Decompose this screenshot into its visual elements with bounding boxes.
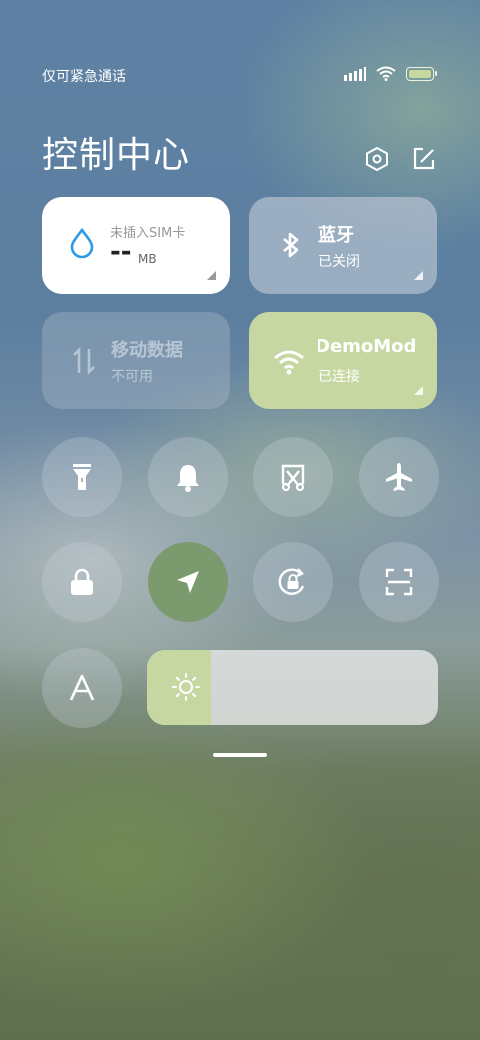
expand-corner bbox=[414, 271, 423, 280]
expand-corner bbox=[207, 271, 216, 280]
mobile-data-tile[interactable]: 移动数据 不可用 bbox=[42, 312, 230, 409]
sun-icon bbox=[172, 673, 200, 701]
ring-toggle[interactable] bbox=[148, 437, 228, 517]
data-arrows-icon bbox=[73, 346, 95, 376]
scanner-toggle[interactable] bbox=[359, 542, 439, 622]
brightness-slider[interactable] bbox=[147, 650, 438, 725]
home-indicator[interactable] bbox=[213, 753, 267, 757]
mobile-data-status: 不可用 bbox=[111, 369, 153, 385]
wifi-icon bbox=[274, 350, 304, 375]
font-size-icon bbox=[69, 674, 95, 701]
page-title: 控制中心 bbox=[42, 135, 191, 176]
mobile-data-label: 移动数据 bbox=[111, 340, 183, 361]
lock-screen-toggle[interactable] bbox=[42, 542, 122, 622]
rotation-lock-icon bbox=[278, 568, 305, 595]
wifi-icon bbox=[376, 66, 396, 81]
data-usage-tile[interactable]: 未插入SIM卡 -- MB bbox=[42, 197, 230, 294]
airplane-icon bbox=[386, 463, 412, 491]
bluetooth-tile[interactable]: 蓝牙 已关闭 bbox=[249, 197, 437, 294]
screenshot-icon bbox=[281, 464, 305, 492]
data-usage-value: -- bbox=[110, 237, 132, 267]
location-icon bbox=[177, 571, 199, 593]
edit-icon[interactable] bbox=[411, 146, 437, 172]
water-drop-icon bbox=[70, 227, 94, 259]
signal-icon bbox=[344, 66, 366, 81]
flashlight-toggle[interactable] bbox=[42, 437, 122, 517]
wifi-status: 已连接 bbox=[318, 369, 360, 385]
screenshot-toggle[interactable] bbox=[253, 437, 333, 517]
bluetooth-status: 已关闭 bbox=[318, 254, 360, 270]
lock-icon bbox=[71, 568, 93, 595]
status-bar: 仅可紧急通话 bbox=[42, 64, 437, 88]
rotation-lock-toggle[interactable] bbox=[253, 542, 333, 622]
expand-corner bbox=[414, 386, 423, 395]
carrier-text: 仅可紧急通话 bbox=[42, 69, 126, 85]
airplane-toggle[interactable] bbox=[359, 437, 439, 517]
bell-icon bbox=[177, 465, 199, 492]
data-usage-unit: MB bbox=[138, 252, 157, 266]
wifi-tile[interactable]: DemoMod 已连接 bbox=[249, 312, 437, 409]
font-size-button[interactable] bbox=[42, 648, 122, 728]
flashlight-icon bbox=[73, 464, 91, 490]
bluetooth-label: 蓝牙 bbox=[318, 225, 354, 246]
bluetooth-icon bbox=[283, 232, 299, 258]
location-toggle[interactable] bbox=[148, 542, 228, 622]
wifi-network-name: DemoMod bbox=[318, 336, 417, 357]
settings-icon[interactable] bbox=[364, 146, 390, 172]
scan-icon bbox=[385, 568, 413, 596]
battery-icon bbox=[406, 66, 437, 81]
